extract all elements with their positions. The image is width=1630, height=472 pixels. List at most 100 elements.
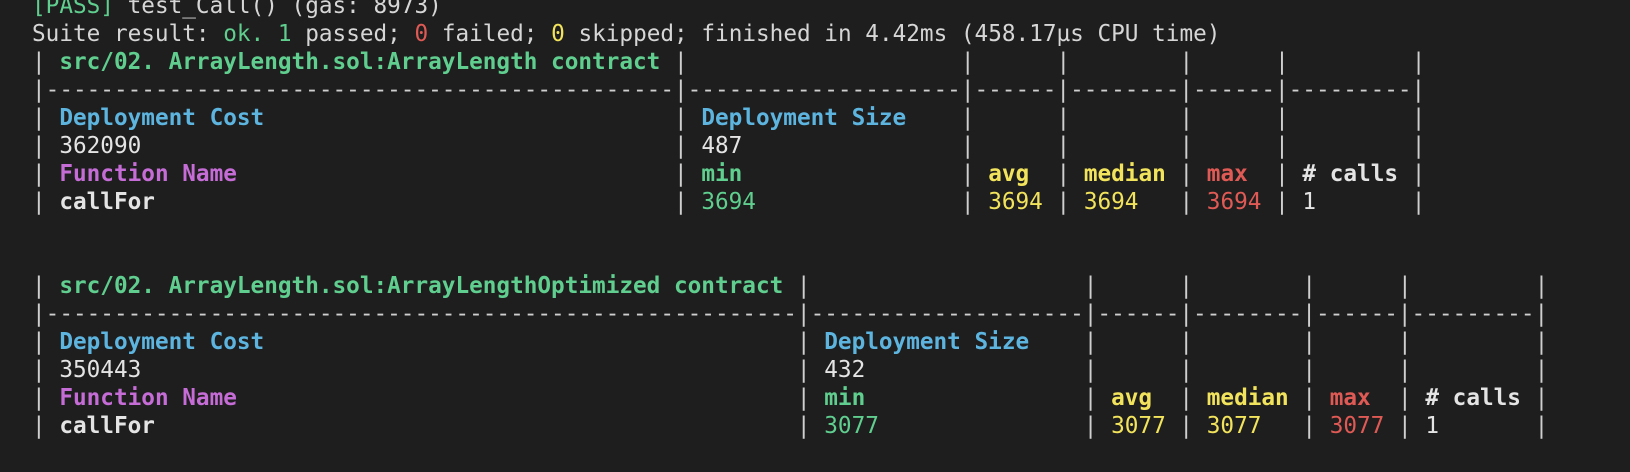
column-separator: | xyxy=(32,413,46,439)
column-separator: | xyxy=(960,133,975,159)
column-separator: | xyxy=(1179,329,1194,355)
column-separator: | xyxy=(1411,161,1426,187)
column-separator: | xyxy=(1275,161,1289,187)
column-separator: | xyxy=(674,49,688,75)
max-value: 3694 xyxy=(1193,189,1276,215)
column-separator: | xyxy=(32,133,46,159)
column-separator: | xyxy=(1179,49,1194,75)
deployment-size-value: 487 xyxy=(687,133,961,159)
avg-value: 3694 xyxy=(974,189,1057,215)
column-separator: | xyxy=(1534,273,1549,299)
column-separator: | xyxy=(1398,357,1412,383)
column-separator: | xyxy=(1302,273,1317,299)
column-separator: | xyxy=(1179,189,1194,215)
terminal-output: [PASS] test_Call() (gas: 8973) Suite res… xyxy=(32,0,1622,440)
column-separator: | xyxy=(32,161,46,187)
table-divider: |---------------------------------------… xyxy=(32,301,1549,327)
column-separator: | xyxy=(1398,329,1412,355)
passed-count: 1 xyxy=(277,21,292,47)
text xyxy=(1289,105,1412,131)
deployment-cost-label: Deployment Cost xyxy=(45,329,797,355)
text xyxy=(1070,105,1179,131)
text xyxy=(811,273,1084,299)
text xyxy=(1070,49,1179,75)
median-label: median xyxy=(1070,161,1180,187)
text xyxy=(975,133,1057,159)
skipped-label: skipped; finished in 4.42ms (458.17µs CP… xyxy=(564,21,1221,47)
column-separator: | xyxy=(32,385,46,411)
column-separator: | xyxy=(32,105,46,131)
text xyxy=(1097,357,1179,383)
column-separator: | xyxy=(1056,189,1071,215)
table-title: src/02. ArrayLength.sol:ArrayLengthOptim… xyxy=(45,273,797,299)
column-separator: | xyxy=(1275,133,1289,159)
column-separator: | xyxy=(796,385,811,411)
deployment-size-label: Deployment Size xyxy=(810,329,1084,355)
column-separator: | xyxy=(1179,385,1194,411)
text xyxy=(1316,329,1398,355)
avg-label: avg xyxy=(1097,385,1180,411)
column-separator: | xyxy=(960,161,975,187)
test-pass-line: [PASS] test_Call() (gas: 8973) xyxy=(32,0,1622,20)
column-separator: | xyxy=(1179,105,1194,131)
calls-label: # calls xyxy=(1411,385,1535,411)
column-separator: | xyxy=(1179,161,1194,187)
deployment-values-row: | 362090 | 487 | | | | | xyxy=(32,132,1622,160)
max-value: 3077 xyxy=(1316,413,1399,439)
deployment-values-row: | 350443 | 432 | | | | | xyxy=(32,356,1622,384)
column-separator: | xyxy=(1083,385,1098,411)
column-separator: | xyxy=(796,273,811,299)
min-value: 3694 xyxy=(687,189,961,215)
calls-label: # calls xyxy=(1288,161,1412,187)
text xyxy=(1289,133,1412,159)
gas-table: | src/02. ArrayLength.sol:ArrayLengthOpt… xyxy=(32,272,1622,440)
failed-label: failed; xyxy=(428,21,552,47)
column-separator: | xyxy=(674,189,688,215)
column-separator: | xyxy=(1083,357,1098,383)
column-separator: | xyxy=(32,273,46,299)
pass-tag: [PASS] xyxy=(32,0,114,19)
table-title: src/02. ArrayLength.sol:ArrayLength cont… xyxy=(45,49,674,75)
table-title-row: | src/02. ArrayLength.sol:ArrayLengthOpt… xyxy=(32,272,1622,300)
min-label: min xyxy=(810,385,1084,411)
table-divider: |---------------------------------------… xyxy=(32,77,1426,103)
column-separator: | xyxy=(32,49,46,75)
column-separator: | xyxy=(674,105,688,131)
deployment-header-row: | Deployment Cost | Deployment Size | | … xyxy=(32,104,1622,132)
deployment-size-label: Deployment Size xyxy=(687,105,961,131)
text xyxy=(1097,273,1179,299)
deployment-cost-label: Deployment Cost xyxy=(45,105,674,131)
max-label: max xyxy=(1193,161,1276,187)
deployment-cost-value: 362090 xyxy=(45,133,674,159)
column-separator: | xyxy=(1411,189,1426,215)
text xyxy=(975,105,1057,131)
text xyxy=(1289,49,1412,75)
column-separator: | xyxy=(796,357,811,383)
text xyxy=(1193,273,1302,299)
text xyxy=(1097,329,1179,355)
calls-value: 1 xyxy=(1411,413,1535,439)
column-separator: | xyxy=(1275,189,1289,215)
min-value: 3077 xyxy=(810,413,1084,439)
column-separator: | xyxy=(1275,105,1289,131)
gas-table: | src/02. ArrayLength.sol:ArrayLength co… xyxy=(32,48,1622,216)
column-separator: | xyxy=(1302,413,1317,439)
column-separator: | xyxy=(1534,385,1549,411)
column-separator: | xyxy=(1179,273,1194,299)
column-separator: | xyxy=(960,49,975,75)
text xyxy=(1193,357,1302,383)
table-row: | callFor | 3694 | 3694 | 3694 | 3694 | … xyxy=(32,188,1622,216)
column-separator: | xyxy=(1179,133,1194,159)
text xyxy=(688,49,961,75)
median-value: 3694 xyxy=(1070,189,1180,215)
avg-value: 3077 xyxy=(1097,413,1180,439)
column-separator: | xyxy=(796,329,811,355)
function-name: callFor xyxy=(45,189,674,215)
text xyxy=(1193,49,1275,75)
function-name: callFor xyxy=(45,413,797,439)
text xyxy=(1412,329,1535,355)
suite-result-prefix: Suite result: xyxy=(32,21,224,47)
suite-space xyxy=(264,21,278,47)
column-separator: | xyxy=(32,357,46,383)
